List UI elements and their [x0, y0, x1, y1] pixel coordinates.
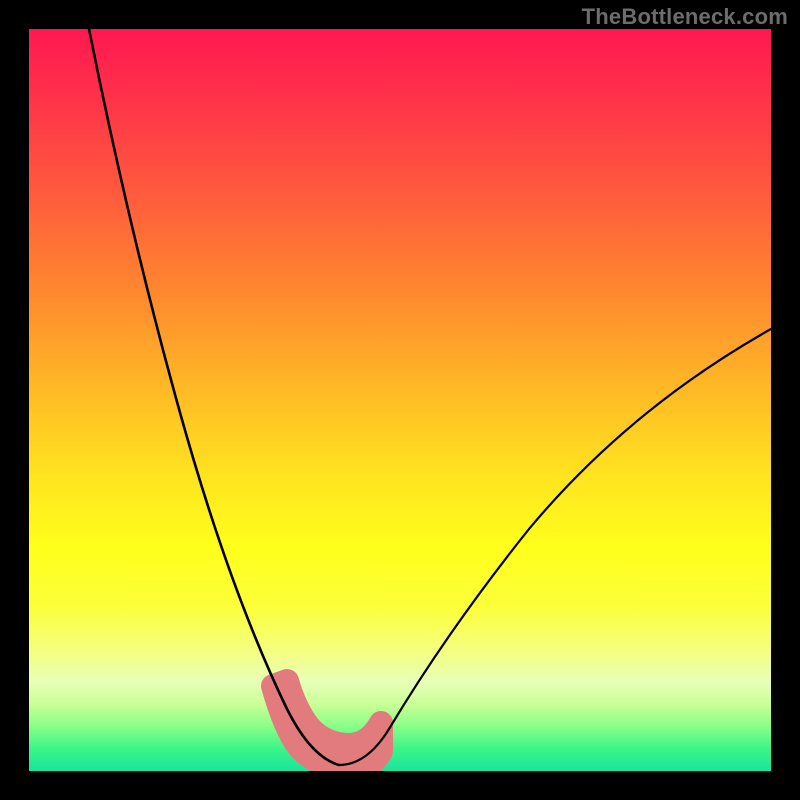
curve-left-arm: [89, 29, 339, 765]
plot-area: [29, 29, 771, 771]
curve-layer: [29, 29, 771, 771]
curve-right-arm: [339, 329, 771, 765]
attribution-watermark: TheBottleneck.com: [582, 4, 788, 30]
chart-stage: TheBottleneck.com: [0, 0, 800, 800]
